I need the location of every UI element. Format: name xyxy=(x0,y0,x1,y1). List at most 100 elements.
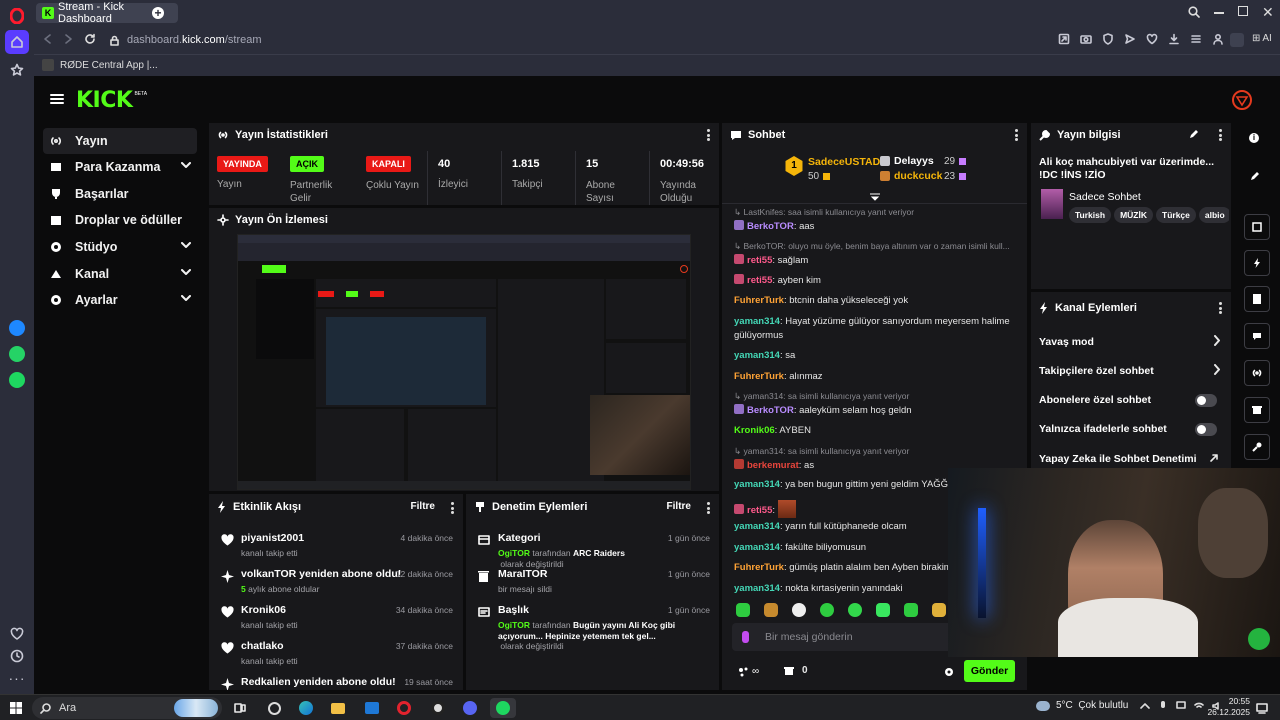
gifter-name[interactable]: duckcuck xyxy=(894,170,942,182)
new-tab-button[interactable]: + xyxy=(152,7,164,19)
extension-icon[interactable] xyxy=(1230,33,1244,47)
chat-message[interactable]: yaman314: Hayat yüzüme gülüyor sanıyordu… xyxy=(734,316,1010,327)
action-slow-mode[interactable]: Yavaş mod xyxy=(1039,336,1094,348)
star-icon[interactable] xyxy=(5,58,29,82)
opera-logo-icon[interactable] xyxy=(5,4,29,28)
edit-icon[interactable] xyxy=(1250,171,1260,181)
points-icon[interactable]: ∞ xyxy=(738,666,759,677)
chat-message[interactable]: BerkoTOR: aaleyküm selam hoş geldn xyxy=(734,404,912,416)
ai-button[interactable]: ⊞ AI xyxy=(1252,33,1272,44)
download-icon[interactable] xyxy=(1168,33,1180,45)
taskbar-search[interactable]: Ara xyxy=(32,697,222,719)
chat-username[interactable]: yaman314 xyxy=(734,542,780,553)
profile-icon[interactable] xyxy=(1212,33,1224,45)
chat-reply-context[interactable]: ↳ BerkoTOR: oluyo mu öyle, benim baya al… xyxy=(734,241,1010,252)
chat-username[interactable]: FuhrerTurk xyxy=(734,295,784,306)
chat-message[interactable]: FuhrerTurk: alınmaz xyxy=(734,371,823,382)
send-button[interactable]: Gönder xyxy=(964,660,1015,682)
spotify-taskbar-icon[interactable] xyxy=(490,698,516,718)
moderator-name[interactable]: OgiTOR xyxy=(498,548,530,558)
moderation-item[interactable]: Kategori OgiTOR tarafından ARC Raiders ol… xyxy=(466,526,719,569)
expand-leaderboard-icon[interactable] xyxy=(869,193,881,201)
home-icon[interactable] xyxy=(5,30,29,54)
notes-icon[interactable] xyxy=(1244,286,1270,312)
heart-icon[interactable] xyxy=(1146,33,1158,45)
moderation-filter-button[interactable]: Filtre xyxy=(667,501,691,512)
tag[interactable]: Türkçe xyxy=(1156,207,1196,223)
nav-yayin[interactable]: Yayın xyxy=(43,128,197,154)
hamburger-menu-icon[interactable] xyxy=(50,93,64,105)
share-icon[interactable] xyxy=(1058,33,1070,45)
activity-item[interactable]: piyanist2001 kanalı takip etti 4 dakika ön… xyxy=(209,526,463,562)
preview-toggle-icon[interactable] xyxy=(1244,214,1270,240)
chat-username[interactable]: reti55 xyxy=(747,275,772,286)
back-icon[interactable] xyxy=(42,33,54,45)
moderator-name[interactable]: OgiTOR xyxy=(498,620,530,630)
chat-message[interactable]: FuhrerTurk: btcnin daha yükseleceği yok xyxy=(734,295,908,306)
reload-icon[interactable] xyxy=(84,33,96,45)
chat-username[interactable]: yaman314 xyxy=(734,583,780,594)
gift-toggle-icon[interactable] xyxy=(1244,397,1270,423)
minimize-button[interactable] xyxy=(1214,12,1224,14)
chat-username[interactable]: yaman314 xyxy=(734,350,780,361)
emote-icon[interactable] xyxy=(876,603,890,617)
chat-message[interactable]: reti55: sağlam xyxy=(734,253,808,266)
emote-icon[interactable] xyxy=(736,603,750,617)
activity-title[interactable]: Redkalien yeniden abone oldu! xyxy=(241,676,396,688)
activity-item[interactable]: Kronik06 kanalı takip etti 34 dakika önce xyxy=(209,598,463,634)
display-icon[interactable] xyxy=(1176,701,1186,711)
nav-para-kazanma[interactable]: Para Kazanma xyxy=(43,154,197,180)
gifter-name[interactable]: Delayys xyxy=(894,155,934,167)
shield-icon[interactable] xyxy=(1102,33,1114,45)
chat-message[interactable]: gülüyormus xyxy=(734,330,783,341)
chat-username[interactable]: yaman314 xyxy=(734,316,780,327)
chat-message[interactable]: yaman314: nokta kırtasiyenin yanındaki xyxy=(734,583,902,594)
tools-icon[interactable] xyxy=(1244,434,1270,460)
info-icon[interactable]: i xyxy=(1249,133,1259,143)
chat-reply-context[interactable]: ↳ yaman314: sa isimli kullanıcıya yanıt … xyxy=(734,391,909,402)
chat-message[interactable]: Kronik06: AYBEN xyxy=(734,425,811,436)
task-view-icon[interactable] xyxy=(230,698,250,718)
moderation-item[interactable]: Başlık OgiTOR tarafından Bugün yayını Ali… xyxy=(466,598,719,654)
more-options-icon[interactable] xyxy=(1015,129,1019,141)
tag[interactable]: Turkish xyxy=(1069,207,1112,223)
more-options-icon[interactable] xyxy=(707,129,711,141)
chat-reply-context[interactable]: ↳ LastKnifes: saa isimli kullanıcıya yan… xyxy=(734,207,914,218)
search-tabs-icon[interactable] xyxy=(1188,6,1200,18)
tag[interactable]: albio xyxy=(1198,207,1229,223)
chat-toggle-icon[interactable] xyxy=(1244,323,1270,349)
activity-title[interactable]: volkanTOR yeniden abone oldu! xyxy=(241,568,401,580)
weather-widget[interactable]: 5°C Çok bulutlu xyxy=(1036,700,1128,711)
copilot-icon[interactable] xyxy=(264,698,284,718)
notifications-icon[interactable] xyxy=(1252,698,1272,718)
edit-pencil-icon[interactable] xyxy=(1189,129,1199,139)
chat-username[interactable]: FuhrerTurk xyxy=(734,371,784,382)
subs-only-toggle[interactable] xyxy=(1195,394,1217,407)
whatsapp-icon[interactable] xyxy=(5,342,29,366)
tag[interactable]: MÜZİK xyxy=(1114,207,1153,223)
nav-droplar[interactable]: Droplar ve ödüller xyxy=(43,207,197,233)
chat-username[interactable]: FuhrerTurk xyxy=(734,562,784,573)
action-followers-only[interactable]: Takipçilere özel sohbet xyxy=(1039,365,1154,377)
microphone-tray-icon[interactable] xyxy=(1158,701,1168,711)
chat-username[interactable]: yaman314 xyxy=(734,479,780,490)
action-ai-moderation[interactable]: Yapay Zeka ile Sohbet Denetimi xyxy=(1039,453,1197,465)
windows-start-icon[interactable] xyxy=(6,698,26,718)
heart-outline-icon[interactable] xyxy=(5,622,29,646)
history-icon[interactable] xyxy=(5,644,29,668)
activity-item[interactable]: chatlako kanalı takip etti 37 dakika önce xyxy=(209,634,463,670)
quick-actions-icon[interactable] xyxy=(1244,250,1270,276)
chat-settings-icon[interactable] xyxy=(944,667,954,677)
activity-title[interactable]: piyanist2001 xyxy=(241,532,304,544)
file-explorer-icon[interactable] xyxy=(328,698,348,718)
obs-icon[interactable] xyxy=(428,698,448,718)
emote-icon[interactable] xyxy=(848,603,862,617)
spotify-icon[interactable] xyxy=(5,368,29,392)
nav-kanal[interactable]: Kanal xyxy=(43,261,197,287)
chat-reply-context[interactable]: ↳ yaman314: sa isimli kullanıcıya yanıt … xyxy=(734,446,909,457)
microphone-icon[interactable] xyxy=(742,631,749,643)
emote-only-toggle[interactable] xyxy=(1195,423,1217,436)
emote-icon[interactable] xyxy=(792,603,806,617)
opera-taskbar-icon[interactable] xyxy=(394,698,414,718)
emote-icon[interactable] xyxy=(904,603,918,617)
